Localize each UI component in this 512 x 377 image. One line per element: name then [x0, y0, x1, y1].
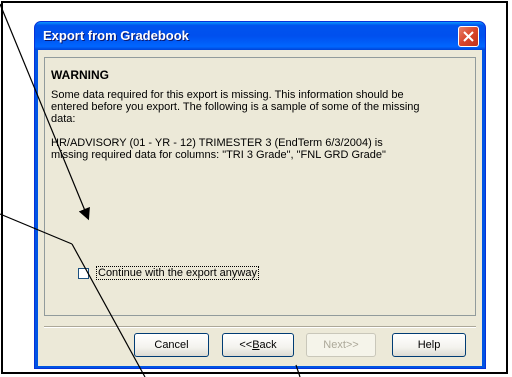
window-title: Export from Gradebook	[43, 28, 189, 43]
warning-group-box: WARNING Some data required for this expo…	[44, 57, 476, 316]
back-button[interactable]: <<Back	[222, 333, 294, 357]
missing-data-detail: HR/ADVISORY (01 - YR - 12) TRIMESTER 3 (…	[51, 137, 461, 161]
next-button[interactable]: Next>>	[306, 333, 376, 357]
close-icon	[463, 31, 474, 42]
back-label-prefix: <<	[239, 339, 253, 351]
warning-message: Some data required for this export is mi…	[51, 89, 461, 125]
detail-line: HR/ADVISORY (01 - YR - 12) TRIMESTER 3 (…	[51, 137, 383, 149]
close-button[interactable]	[458, 26, 479, 47]
help-button[interactable]: Help	[392, 333, 466, 357]
warning-line: data:	[51, 113, 76, 125]
button-separator	[44, 326, 476, 328]
title-bar[interactable]: Export from Gradebook	[35, 22, 485, 50]
screenshot-page: Export from Gradebook WARNING Some data …	[0, 0, 512, 377]
detail-line: missing required data for columns: "TRI …	[51, 149, 386, 161]
export-dialog: Export from Gradebook WARNING Some data …	[34, 21, 486, 369]
warning-heading: WARNING	[51, 68, 109, 82]
back-label-accel: B	[252, 339, 260, 351]
dialog-client-area: WARNING Some data required for this expo…	[38, 50, 482, 366]
continue-checkbox[interactable]	[78, 268, 89, 279]
warning-line: Some data required for this export is mi…	[51, 89, 404, 101]
cancel-button[interactable]: Cancel	[134, 333, 209, 357]
continue-checkbox-label[interactable]: Continue with the export anyway	[96, 266, 259, 280]
back-label-rest: ack	[259, 339, 277, 351]
warning-line: entered before you export. The following…	[51, 101, 420, 113]
